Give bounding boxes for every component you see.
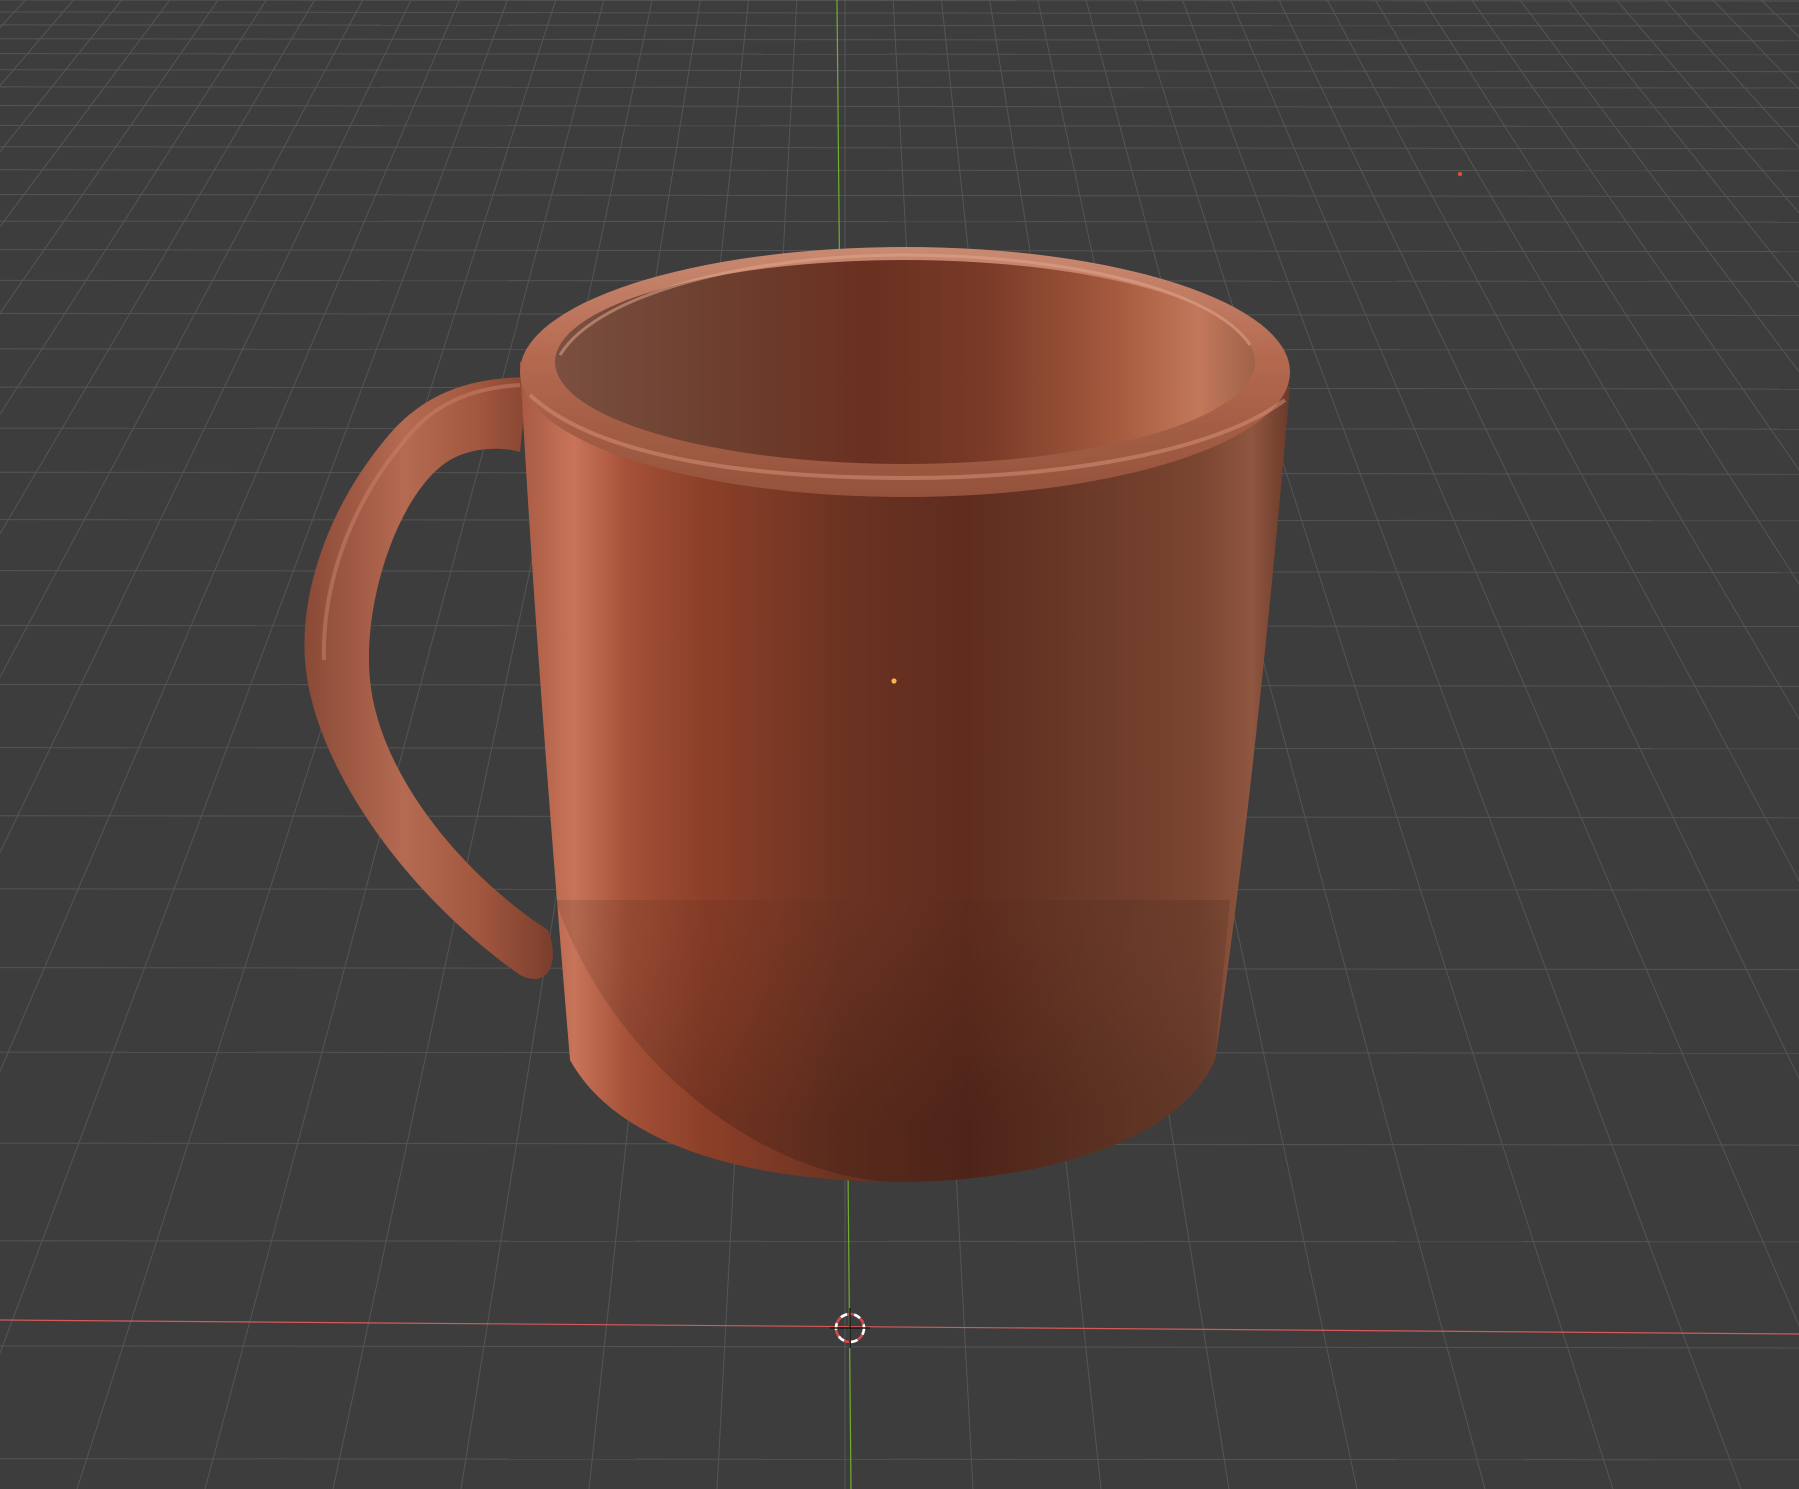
grid-line-horizontal	[0, 146, 1799, 150]
x-axis-line	[0, 1319, 1799, 1335]
grid-line-horizontal	[0, 104, 1799, 108]
grid-line-horizontal	[0, 1240, 1799, 1243]
viewport-3d[interactable]	[0, 0, 1799, 1489]
grid-line-horizontal	[0, 38, 1799, 42]
3d-cursor[interactable]	[830, 1308, 870, 1348]
grid-line-horizontal	[0, 169, 1799, 172]
light-marker-dot[interactable]	[1457, 171, 1463, 177]
grid-line-horizontal	[0, 24, 1799, 27]
viewport-canvas[interactable]	[0, 0, 1799, 1489]
grid-line-horizontal	[0, 86, 1799, 89]
grid-line-horizontal	[0, 53, 1799, 56]
grid-line-horizontal	[0, 1458, 1799, 1461]
grid-line-horizontal	[0, 69, 1799, 73]
grid-line-horizontal	[0, 1345, 1799, 1349]
grid-line-horizontal	[0, 193, 1799, 197]
object-origin-dot[interactable]	[891, 678, 897, 684]
grid-line-horizontal	[0, 220, 1799, 223]
mug-body-shade	[555, 900, 1230, 1182]
grid-line-horizontal	[0, 0, 1799, 2]
